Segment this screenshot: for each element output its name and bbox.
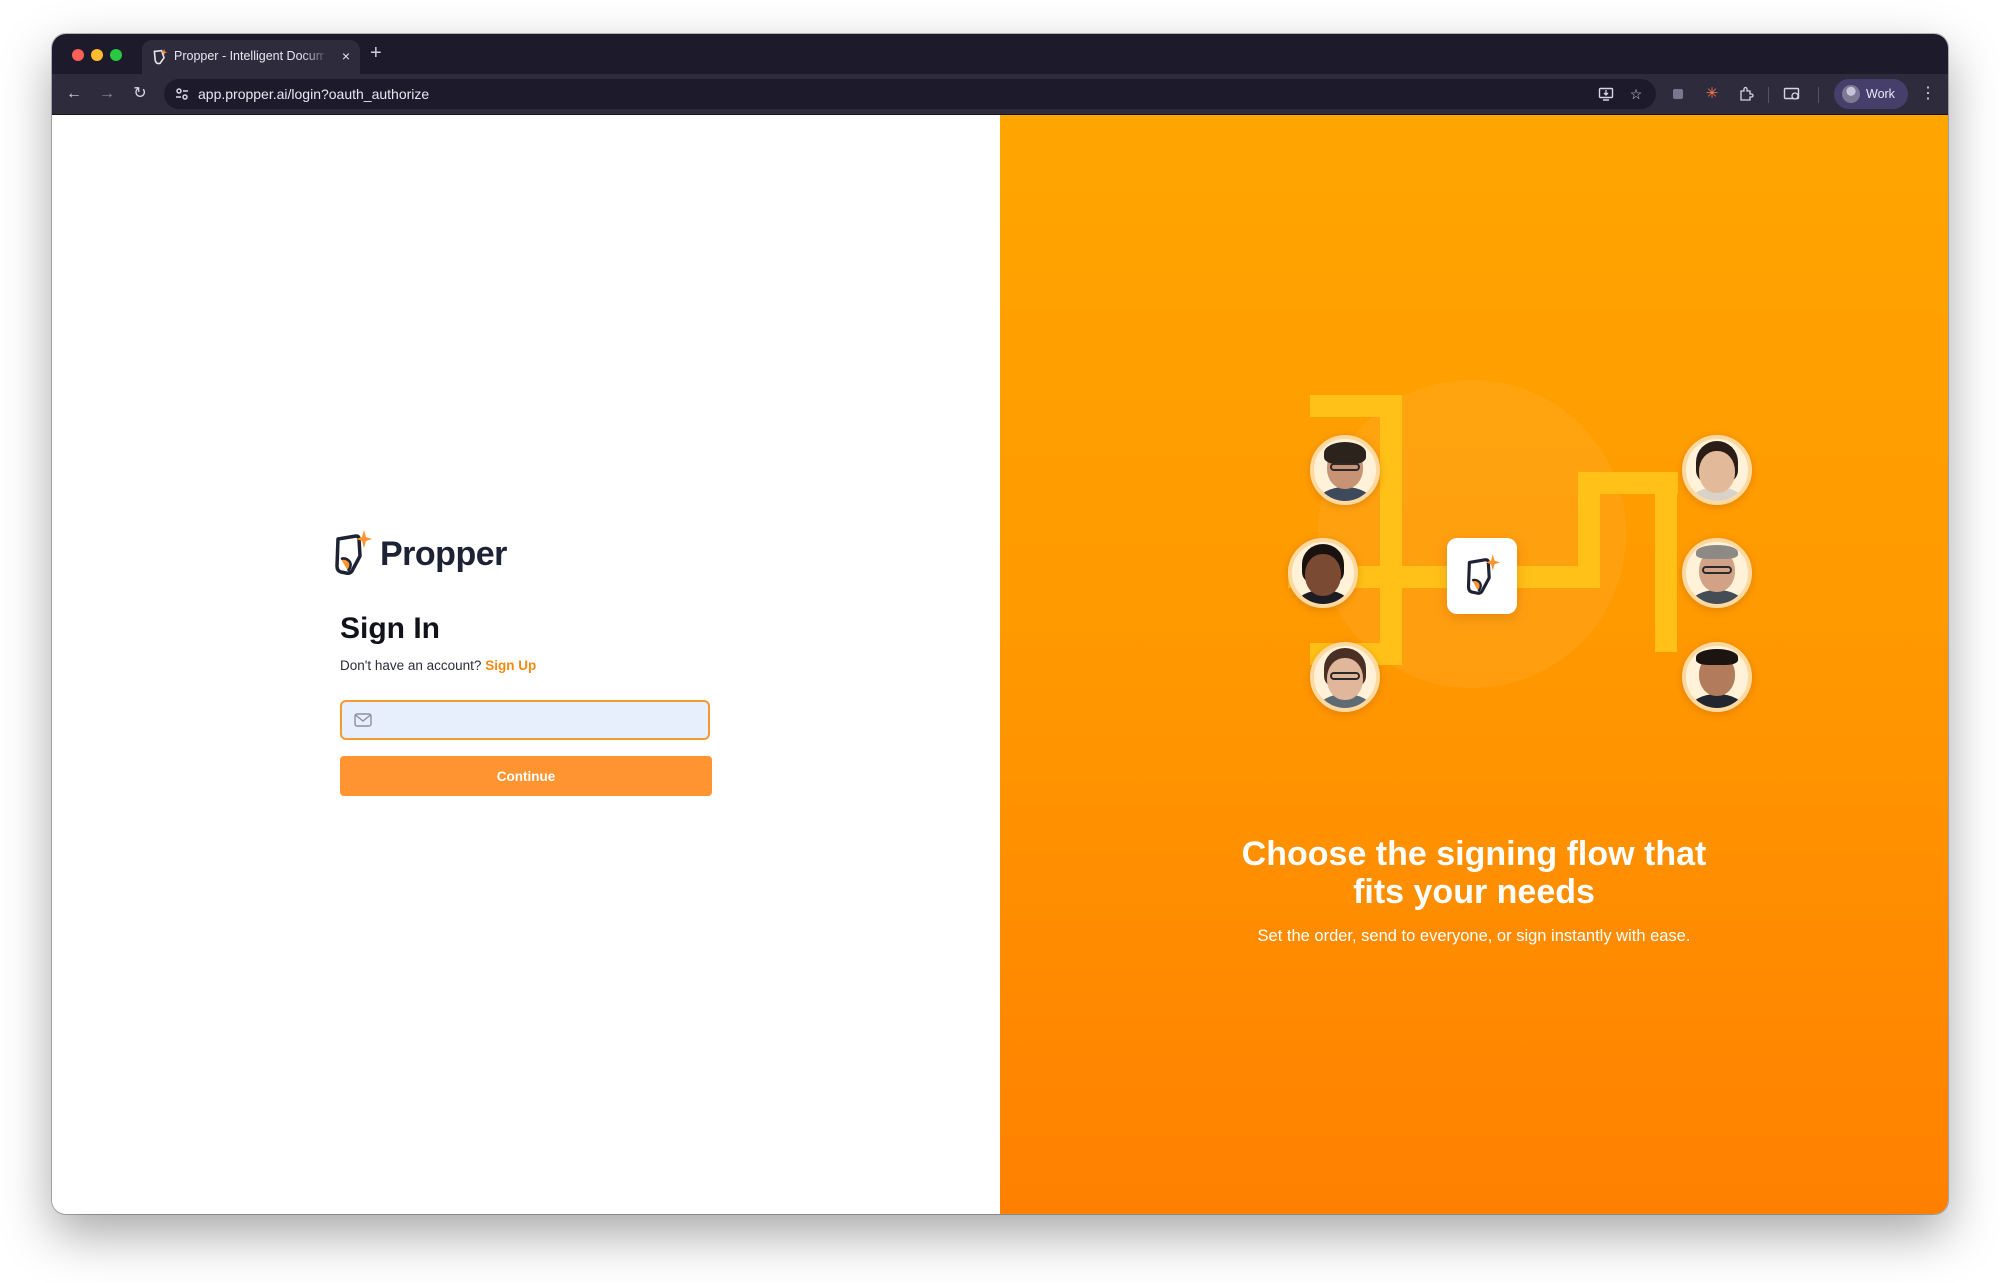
avatar-face bbox=[1305, 554, 1341, 596]
tab-title-fade bbox=[302, 44, 330, 68]
promo-panel: Choose the signing flow that fits your n… bbox=[1000, 115, 1948, 1214]
sign-up-link[interactable]: Sign Up bbox=[485, 658, 536, 673]
avatar-face bbox=[1699, 451, 1735, 493]
split-view-icon[interactable] bbox=[1782, 84, 1802, 104]
promo-headline-line-1: Choose the signing flow that bbox=[1241, 835, 1707, 873]
mail-icon bbox=[354, 713, 372, 727]
email-field[interactable] bbox=[340, 700, 710, 740]
avatar-glasses bbox=[1330, 672, 1360, 680]
toolbar-divider bbox=[1818, 87, 1819, 103]
avatar-body bbox=[1690, 590, 1744, 604]
propper-logo-icon bbox=[335, 530, 372, 575]
browser-toolbar: ← → ↻ app.propper.ai/login?oauth_authori… bbox=[52, 74, 1948, 115]
url-text[interactable]: app.propper.ai/login?oauth_authorize bbox=[198, 86, 429, 102]
install-app-icon[interactable] bbox=[1598, 86, 1614, 102]
new-tab-button[interactable]: + bbox=[370, 42, 382, 64]
extension-asterisk-icon[interactable]: ✳ bbox=[1702, 84, 1722, 104]
flow-line bbox=[1655, 472, 1677, 652]
flow-line bbox=[1380, 395, 1402, 665]
signing-flow-illustration bbox=[1000, 115, 1948, 1214]
avatar-glasses bbox=[1330, 463, 1360, 471]
forward-button[interactable]: → bbox=[97, 84, 117, 104]
profile-label: Work bbox=[1866, 87, 1895, 101]
sign-in-title: Sign In bbox=[340, 612, 440, 645]
promo-headline-line-2: fits your needs bbox=[1353, 873, 1595, 911]
toolbar-divider bbox=[1768, 87, 1769, 103]
site-info-icon[interactable] bbox=[174, 86, 190, 102]
signer-avatar bbox=[1682, 642, 1752, 712]
brand-name: Propper bbox=[380, 535, 507, 573]
center-document-card bbox=[1447, 538, 1517, 614]
promo-subline: Set the order, send to everyone, or sign… bbox=[1257, 927, 1691, 945]
avatar-hair bbox=[1324, 442, 1366, 464]
profile-avatar bbox=[1842, 85, 1860, 103]
maximize-window-button[interactable] bbox=[110, 49, 122, 61]
star-icon[interactable]: ☆ bbox=[1628, 86, 1644, 102]
sign-in-panel: Propper Sign In Don't have an account? S… bbox=[52, 115, 1000, 1214]
back-button[interactable]: ← bbox=[64, 84, 84, 104]
page-viewport: Propper Sign In Don't have an account? S… bbox=[52, 115, 1948, 1214]
browser-window: Propper - Intelligent Document × + ← → ↻… bbox=[52, 34, 1948, 1214]
propper-logo-icon bbox=[1466, 554, 1500, 595]
avatar-hair bbox=[1696, 649, 1738, 665]
no-account-text: Don't have an account? bbox=[340, 658, 482, 673]
extension-square-icon[interactable] bbox=[1668, 84, 1688, 104]
propper-logo[interactable]: Propper bbox=[332, 529, 532, 581]
signer-avatar bbox=[1310, 642, 1380, 712]
signer-avatar bbox=[1682, 435, 1752, 505]
continue-button[interactable]: Continue bbox=[340, 756, 712, 796]
signer-avatar bbox=[1288, 538, 1358, 608]
close-window-button[interactable] bbox=[72, 49, 84, 61]
address-bar[interactable]: app.propper.ai/login?oauth_authorize ☆ bbox=[164, 79, 1656, 109]
promo-headline: Choose the signing flow that fits your n… bbox=[1174, 835, 1774, 911]
signer-avatar bbox=[1310, 435, 1380, 505]
email-input[interactable] bbox=[380, 708, 704, 734]
no-account-line: Don't have an account? Sign Up bbox=[340, 658, 536, 673]
propper-favicon-icon bbox=[153, 49, 168, 65]
browser-tab-propper[interactable]: Propper - Intelligent Document × bbox=[142, 40, 360, 74]
browser-menu-icon[interactable]: ⋮ bbox=[1920, 84, 1936, 104]
avatar-hair bbox=[1696, 545, 1738, 559]
tab-close-button[interactable]: × bbox=[342, 47, 350, 65]
avatar-body bbox=[1690, 694, 1744, 708]
signer-avatar bbox=[1682, 538, 1752, 608]
avatar-glasses bbox=[1702, 566, 1732, 574]
tab-bar: Propper - Intelligent Document × + bbox=[52, 34, 1948, 74]
extensions-icon[interactable] bbox=[1736, 84, 1756, 104]
reload-button[interactable]: ↻ bbox=[130, 84, 150, 104]
profile-button[interactable]: Work bbox=[1834, 79, 1908, 109]
minimize-window-button[interactable] bbox=[91, 49, 103, 61]
